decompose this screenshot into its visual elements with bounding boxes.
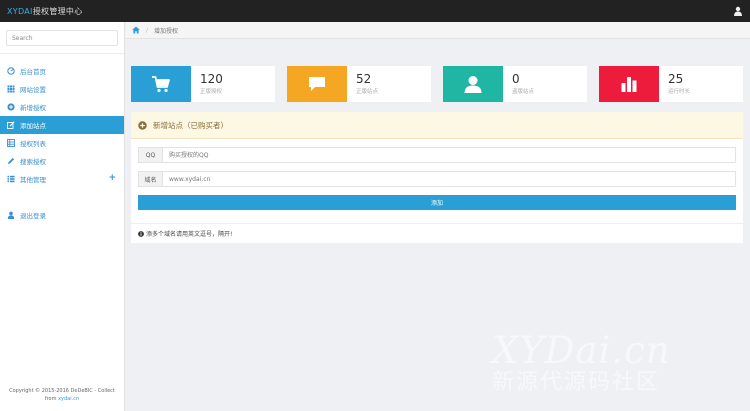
qq-input-group: QQ — [138, 147, 736, 163]
edit-icon — [7, 121, 15, 129]
sidebar-item-label: 网站设置 — [20, 86, 46, 94]
qq-input[interactable] — [163, 148, 735, 162]
user-menu-icon[interactable] — [733, 6, 743, 16]
chat-icon — [287, 66, 347, 102]
grid-icon — [7, 85, 15, 93]
watermark-logo-text: XYDai.cn — [492, 329, 671, 372]
qq-label: QQ — [139, 148, 163, 162]
brand-suffix: 授权管理中心 — [32, 6, 83, 16]
list-icon — [7, 175, 15, 183]
sidebar-item-new-license[interactable]: 新增授权 — [0, 98, 124, 116]
watermark: XYDai.cn 新源代源码社区 — [492, 332, 712, 396]
add-button[interactable]: 添加 — [138, 195, 736, 210]
sidebar-item-license-list[interactable]: 授权列表 — [0, 134, 124, 152]
search-input[interactable] — [6, 30, 118, 46]
stat-label: 盗版站点 — [512, 89, 535, 95]
domain-input[interactable] — [163, 172, 735, 186]
copyright-link[interactable]: xydai.cn — [58, 396, 79, 402]
dashboard-icon — [7, 67, 15, 75]
panel-header: 新增站点（已购买者） — [131, 112, 743, 139]
stat-card-uptime: 25 运行时长 — [599, 66, 743, 102]
copyright: Copyright © 2015-2016 DeDeBIC - Collect … — [0, 387, 124, 403]
sidebar-item-dashboard[interactable]: 后台首页 — [0, 62, 124, 80]
panel-title: 新增站点（已购买者） — [153, 120, 228, 130]
cart-icon — [131, 66, 191, 102]
stat-card-sites: 52 正版站点 — [287, 66, 431, 102]
sidebar-search — [0, 22, 124, 54]
sidebar-item-search-license[interactable]: 搜索授权 — [0, 152, 124, 170]
sidebar-item-site-settings[interactable]: 网站设置 — [0, 80, 124, 98]
sidebar: 后台首页 网站设置 新增授权 添加站点 授权列表 搜索授权 其他管理 + — [0, 22, 125, 411]
user-icon — [7, 211, 15, 219]
stat-card-licenses: 120 正版授权 — [131, 66, 275, 102]
stat-value: 120 — [200, 72, 223, 86]
brand-logo[interactable]: XYDAI授权管理中心 — [7, 6, 83, 17]
stats-row: 120 正版授权 52 正版站点 0 盗版站点 25 运行时长 — [131, 66, 743, 102]
brand-prefix: XYDAI — [7, 6, 33, 16]
sidebar-item-label: 授权列表 — [20, 140, 46, 148]
copyright-text: Copyright © 2015-2016 DeDeBIC - Collect — [9, 388, 115, 394]
sidebar-item-other-management[interactable]: 其他管理 + — [0, 170, 124, 188]
breadcrumb-current: 增加授权 — [154, 27, 179, 35]
sidebar-item-add-site[interactable]: 添加站点 — [0, 116, 124, 134]
sidebar-item-label: 新增授权 — [20, 104, 46, 112]
stat-label: 运行时长 — [668, 89, 691, 95]
stat-label: 正版站点 — [356, 89, 379, 95]
stat-value: 0 — [512, 72, 520, 86]
sidebar-item-label: 其他管理 — [20, 176, 46, 184]
sidebar-item-label: 添加站点 — [20, 122, 46, 130]
watermark-subtitle: 新源代源码社区 — [492, 370, 661, 395]
plus-circle-icon — [138, 120, 147, 130]
copyright-from-line: from xydai.cn — [0, 395, 124, 403]
list-icon — [7, 139, 15, 147]
sidebar-item-label: 搜索授权 — [20, 158, 46, 166]
domain-label: 域名 — [139, 172, 163, 186]
sidebar-item-label: 后台首页 — [20, 68, 46, 76]
sidebar-item-logout[interactable]: 退出登录 — [0, 206, 124, 224]
copyright-from: from — [44, 396, 57, 402]
user-icon — [443, 66, 503, 102]
sidebar-nav: 后台首页 网站设置 新增授权 添加站点 授权列表 搜索授权 其他管理 + 退出登… — [0, 62, 124, 224]
panel-footer: 添多个域名请用英文逗号，隔开! — [131, 223, 743, 243]
breadcrumb: / 增加授权 — [126, 22, 750, 39]
form-note: 添多个域名请用英文逗号，隔开! — [146, 231, 233, 238]
sidebar-item-label: 退出登录 — [20, 212, 46, 220]
bar-chart-icon — [599, 66, 659, 102]
plus-circle-icon — [7, 103, 15, 111]
info-icon — [138, 230, 144, 237]
stat-value: 52 — [356, 72, 372, 86]
nav-spacer — [0, 188, 124, 206]
stat-value: 25 — [668, 72, 684, 86]
stat-label: 正版授权 — [200, 89, 223, 95]
add-site-panel: 新增站点（已购买者） QQ 域名 添加 添多个域名请用英文逗号，隔开! — [131, 112, 743, 243]
domain-input-group: 域名 — [138, 171, 736, 187]
pencil-icon — [7, 157, 15, 165]
top-navbar: XYDAI授权管理中心 — [0, 0, 750, 22]
home-icon[interactable] — [132, 26, 140, 34]
stat-card-pirated: 0 盗版站点 — [443, 66, 587, 102]
expand-plus-icon[interactable]: + — [108, 173, 116, 183]
breadcrumb-separator: / — [146, 26, 149, 34]
